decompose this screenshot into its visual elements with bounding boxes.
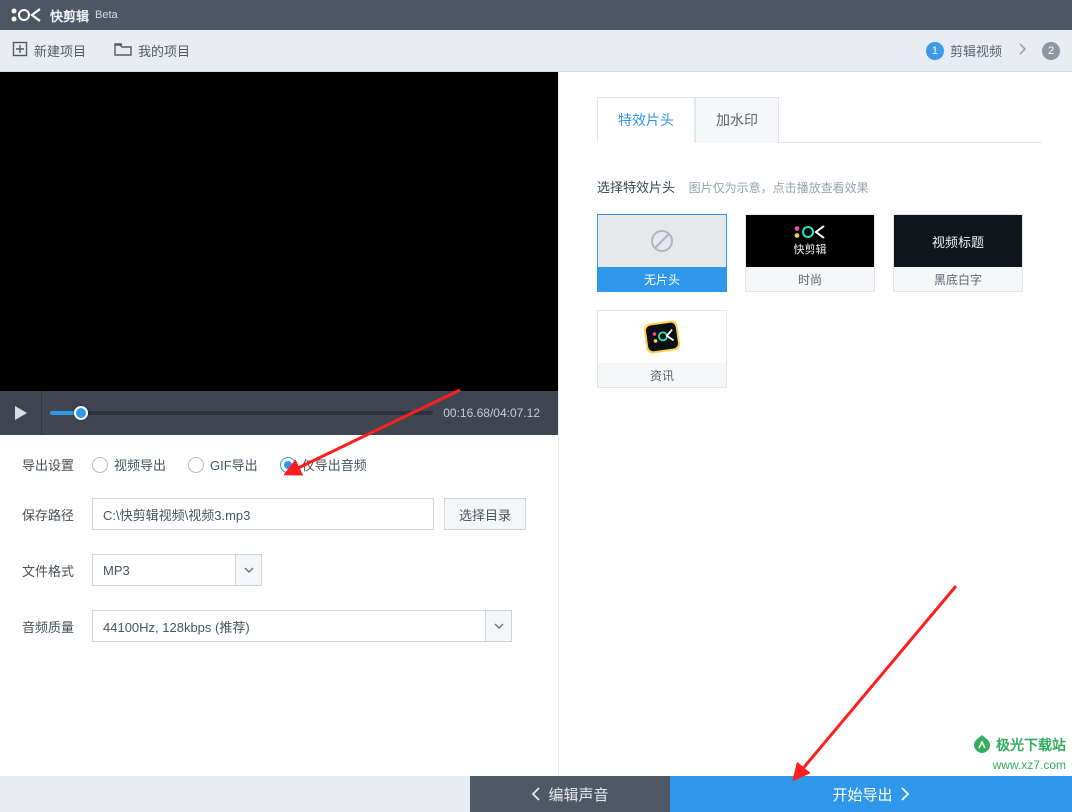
- template-label: 时尚: [746, 267, 874, 291]
- export-title: 导出设置: [22, 455, 92, 474]
- toolbar: 新建项目 我的项目 1 剪辑视频 2: [0, 30, 1072, 72]
- section-hint: 图片仅为示意，点击播放查看效果: [689, 181, 869, 195]
- path-input[interactable]: [92, 498, 434, 530]
- tab-effects[interactable]: 特效片头: [597, 97, 695, 143]
- export-button[interactable]: 开始导出: [670, 776, 1072, 812]
- player-controls: 00:16.68/04:07.12: [0, 391, 558, 435]
- my-projects-label: 我的项目: [138, 41, 190, 60]
- my-projects-button[interactable]: 我的项目: [114, 41, 190, 60]
- browse-button[interactable]: 选择目录: [444, 498, 526, 530]
- plus-box-icon: [12, 41, 28, 60]
- step-num-1: 1: [926, 42, 944, 60]
- chevron-right-icon: [901, 787, 910, 801]
- right-pane: 特效片头 加水印 选择特效片头 图片仅为示意，点击播放查看效果 无片头: [558, 72, 1072, 776]
- quality-value: 44100Hz, 128kbps (推荐): [103, 617, 250, 636]
- quality-label: 音频质量: [22, 617, 92, 636]
- format-label: 文件格式: [22, 561, 92, 580]
- app-logo: 快剪辑 Beta: [10, 6, 118, 25]
- template-label: 无片头: [598, 267, 726, 291]
- radio-audio-only[interactable]: 仅导出音频: [280, 455, 367, 474]
- radio-icon: [92, 457, 108, 473]
- progress-thumb[interactable]: [74, 406, 88, 420]
- back-button[interactable]: 编辑声音: [470, 776, 670, 812]
- logo-icon: [10, 7, 44, 23]
- thumb-news-icon: [598, 311, 726, 363]
- template-none[interactable]: 无片头: [597, 214, 727, 292]
- radio-icon: [280, 457, 296, 473]
- watermark-icon: [972, 734, 992, 758]
- template-fashion[interactable]: 快剪辑 时尚: [745, 214, 875, 292]
- template-label: 黑底白字: [894, 267, 1022, 291]
- footer: 编辑声音 开始导出: [0, 776, 1072, 812]
- export-type-group: 视频导出 GIF导出 仅导出音频: [92, 455, 367, 474]
- none-icon: [598, 215, 726, 267]
- new-project-button[interactable]: 新建项目: [12, 41, 86, 60]
- left-pane: 00:16.68/04:07.12 导出设置 视频导出 GIF导出: [0, 72, 558, 776]
- export-settings: 导出设置 视频导出 GIF导出 仅导出音频: [0, 435, 558, 776]
- caret-down-icon: [485, 611, 511, 641]
- template-label: 资讯: [598, 363, 726, 387]
- watermark: 极光下载站 www.xz7.com: [972, 734, 1066, 772]
- radio-gif-export[interactable]: GIF导出: [188, 455, 258, 474]
- app-name: 快剪辑: [50, 6, 89, 25]
- step-indicator: 1 剪辑视频 2: [926, 41, 1060, 60]
- section-title: 选择特效片头 图片仅为示意，点击播放查看效果: [597, 177, 1042, 196]
- radio-icon: [188, 457, 204, 473]
- template-news[interactable]: 资讯: [597, 310, 727, 388]
- time-display: 00:16.68/04:07.12: [443, 406, 540, 420]
- radio-video-export[interactable]: 视频导出: [92, 455, 166, 474]
- footer-spacer: [0, 776, 470, 812]
- beta-tag: Beta: [95, 9, 118, 21]
- tab-watermark[interactable]: 加水印: [695, 97, 779, 143]
- caret-down-icon: [235, 555, 261, 585]
- right-tabs: 特效片头 加水印: [597, 96, 1042, 143]
- new-project-label: 新建项目: [34, 41, 86, 60]
- thumb-dark: 视频标题: [894, 215, 1022, 267]
- video-player[interactable]: [0, 72, 558, 391]
- quality-select[interactable]: 44100Hz, 128kbps (推荐): [92, 610, 512, 642]
- titlebar: 快剪辑 Beta: [0, 0, 1072, 30]
- path-label: 保存路径: [22, 505, 92, 524]
- progress-track[interactable]: [50, 411, 433, 415]
- folder-icon: [114, 42, 132, 59]
- step-num-2: 2: [1042, 42, 1060, 60]
- format-value: MP3: [103, 563, 130, 578]
- template-black-bg[interactable]: 视频标题 黑底白字: [893, 214, 1023, 292]
- format-select[interactable]: MP3: [92, 554, 262, 586]
- thumb-logo: 快剪辑: [746, 215, 874, 267]
- step-label: 剪辑视频: [950, 41, 1002, 60]
- template-grid: 无片头 快剪辑 时尚 视频标题 黑底白字: [597, 214, 1042, 388]
- chevron-left-icon: [531, 787, 540, 801]
- play-button[interactable]: [0, 391, 42, 435]
- chevron-right-icon: [1018, 43, 1026, 58]
- play-icon: [14, 405, 28, 421]
